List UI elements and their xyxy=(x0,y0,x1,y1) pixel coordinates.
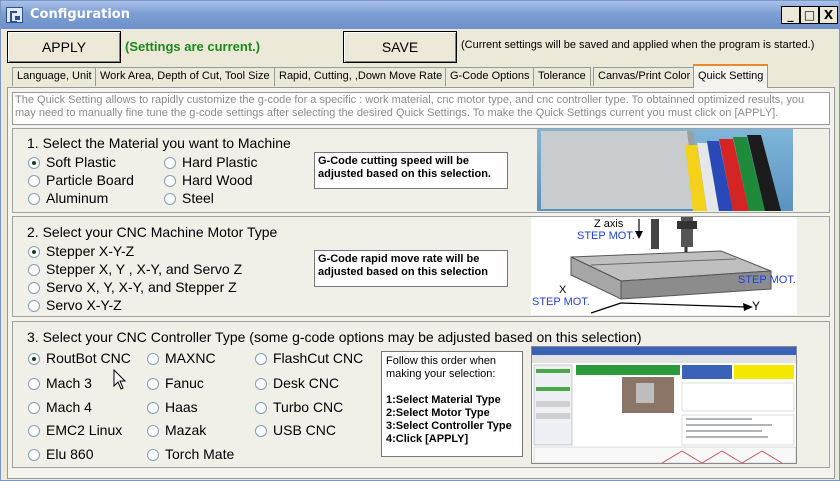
order-step-1: 1:Select Material Type xyxy=(386,394,501,406)
configuration-window: Configuration _ □ X APPLY (Settings are … xyxy=(0,0,840,481)
mouse-cursor-icon xyxy=(113,369,127,390)
radio-dot xyxy=(164,193,176,205)
tab-gcode-options[interactable]: G-Code Options xyxy=(445,67,535,86)
close-button[interactable]: X xyxy=(819,6,838,24)
tab-tolerance[interactable]: Tolerance xyxy=(533,67,591,86)
radio-dot xyxy=(28,282,40,294)
tab-canvas-print-color[interactable]: Canvas/Print Color xyxy=(593,67,696,86)
minimize-button[interactable]: _ xyxy=(781,6,800,24)
order-step-2: 2:Select Motor Type xyxy=(386,407,490,419)
cnc-machine-diagram: Z axis STEP MOT. STEP MOT. X STEP MOT. Y xyxy=(531,217,797,315)
order-step-4: 4:Click [APPLY] xyxy=(386,433,469,445)
z-axis-label: Z axis xyxy=(594,218,624,230)
plastic-sheets-image xyxy=(537,129,793,211)
radio-dot xyxy=(147,425,159,437)
software-screenshot-graphic xyxy=(532,347,796,463)
window-title: Configuration xyxy=(30,7,130,22)
settings-status-text: (Settings are current.) xyxy=(125,39,261,54)
title-bar[interactable]: Configuration _ □ X xyxy=(1,1,839,29)
radio-dot xyxy=(28,449,40,461)
radio-dot xyxy=(28,175,40,187)
step-mot-y-label: STEP MOT. xyxy=(738,274,796,286)
plastic-sheets-graphic xyxy=(541,131,781,211)
motor-section-title: 2. Select your CNC Machine Motor Type xyxy=(27,224,278,240)
tab-quick-setting[interactable]: Quick Setting xyxy=(693,64,769,88)
radio-dot xyxy=(28,246,40,258)
tab-language-unit[interactable]: Language, Unit xyxy=(12,67,97,86)
radio-dot xyxy=(147,402,159,414)
radio-dot xyxy=(164,175,176,187)
radio-dot xyxy=(28,193,40,205)
tab-rapid-cutting[interactable]: Rapid, Cutting, ,Down Move Rate xyxy=(274,67,448,86)
radio-dot xyxy=(255,378,267,390)
radio-dot xyxy=(28,425,40,437)
order-note-heading: Follow this order when making your selec… xyxy=(386,355,497,380)
radio-dot xyxy=(147,378,159,390)
maximize-button[interactable]: □ xyxy=(800,6,819,24)
step-mot-x-label: STEP MOT. xyxy=(532,296,590,308)
motor-note: G-Code rapid move rate will be adjusted … xyxy=(314,250,508,287)
material-note: G-Code cutting speed will be adjusted ba… xyxy=(314,152,508,189)
intro-text: The Quick Setting allows to rapidly cust… xyxy=(12,92,830,125)
order-step-3: 3:Select Controller Type xyxy=(386,420,512,432)
tab-work-area[interactable]: Work Area, Depth of Cut, Tool Size xyxy=(95,67,275,86)
save-button[interactable]: SAVE xyxy=(343,31,457,63)
radio-dot xyxy=(255,353,267,365)
radio-dot xyxy=(255,402,267,414)
material-section-title: 1. Select the Material you want to Machi… xyxy=(27,135,291,151)
controller-software-screenshot xyxy=(531,346,797,464)
radio-dot xyxy=(28,300,40,312)
selection-order-note: Follow this order when making your selec… xyxy=(381,351,523,457)
y-axis-label: Y xyxy=(752,299,761,313)
radio-dot xyxy=(28,353,40,365)
radio-dot xyxy=(28,378,40,390)
radio-dot xyxy=(164,157,176,169)
radio-dot xyxy=(147,449,159,461)
save-note-text: (Current settings will be saved and appl… xyxy=(461,39,815,51)
radio-dot xyxy=(28,264,40,276)
radio-dot xyxy=(28,402,40,414)
controller-section-title: 3. Select your CNC Controller Type (some… xyxy=(27,329,642,345)
app-logo-icon xyxy=(6,7,23,23)
x-axis-label: X xyxy=(559,284,567,296)
apply-button[interactable]: APPLY xyxy=(7,31,121,63)
radio-dot xyxy=(255,425,267,437)
radio-dot xyxy=(147,353,159,365)
radio-dot xyxy=(28,157,40,169)
step-mot-z-label: STEP MOT. xyxy=(577,230,635,242)
